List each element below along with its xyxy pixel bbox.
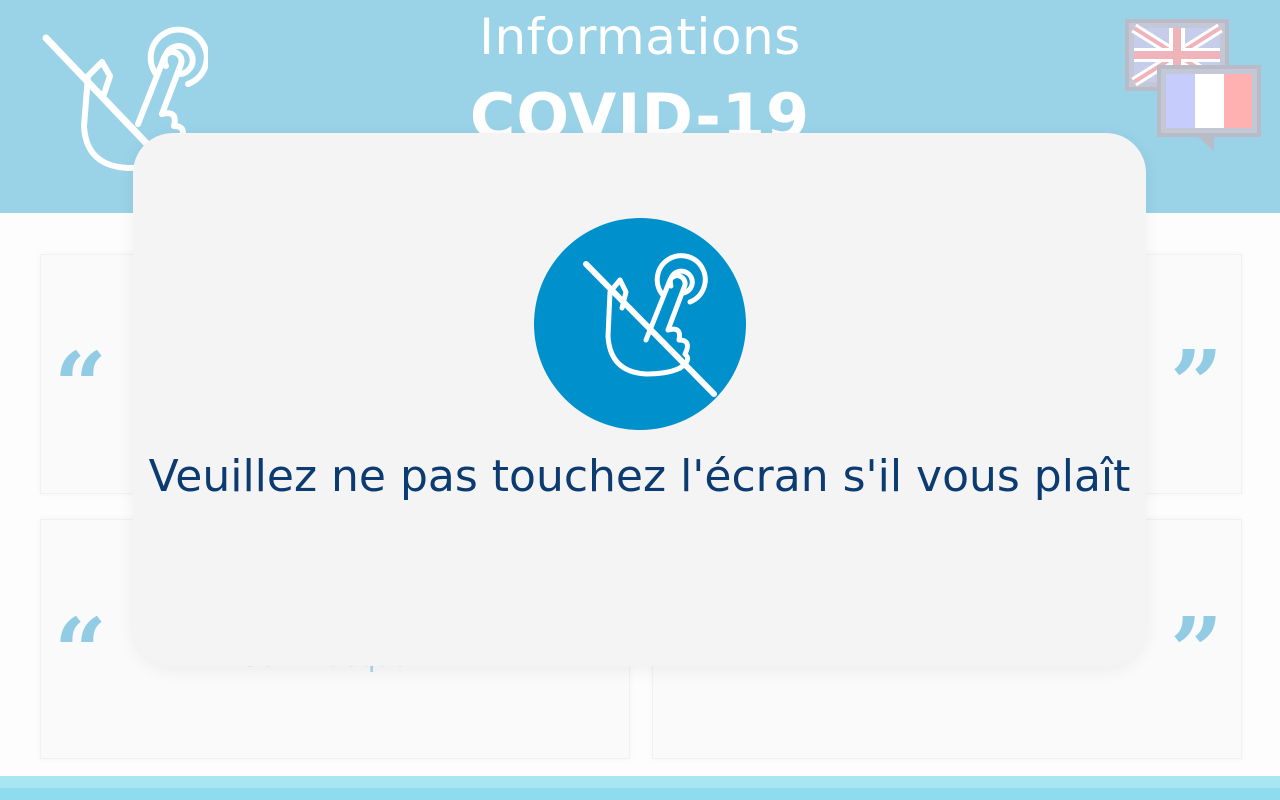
modal-message: Veuillez ne pas touchez l'écran s'il vou… [148,451,1131,502]
language-switch-button[interactable] [1122,16,1267,156]
open-quote-icon: “ [54,598,107,706]
close-quote-icon: ” [1170,597,1223,705]
kiosk-screen: Informations COVID-19 “ ” “ ” Veuillez n… [0,0,1280,800]
no-touch-icon [534,218,746,430]
footer-bar-stripe [0,788,1280,800]
open-quote-icon: “ [54,332,107,440]
page-title: Informations [479,8,801,66]
close-quote-icon: ” [1170,330,1223,438]
no-touch-modal: Veuillez ne pas touchez l'écran s'il vou… [133,133,1146,666]
french-flag-icon [1157,65,1261,151]
